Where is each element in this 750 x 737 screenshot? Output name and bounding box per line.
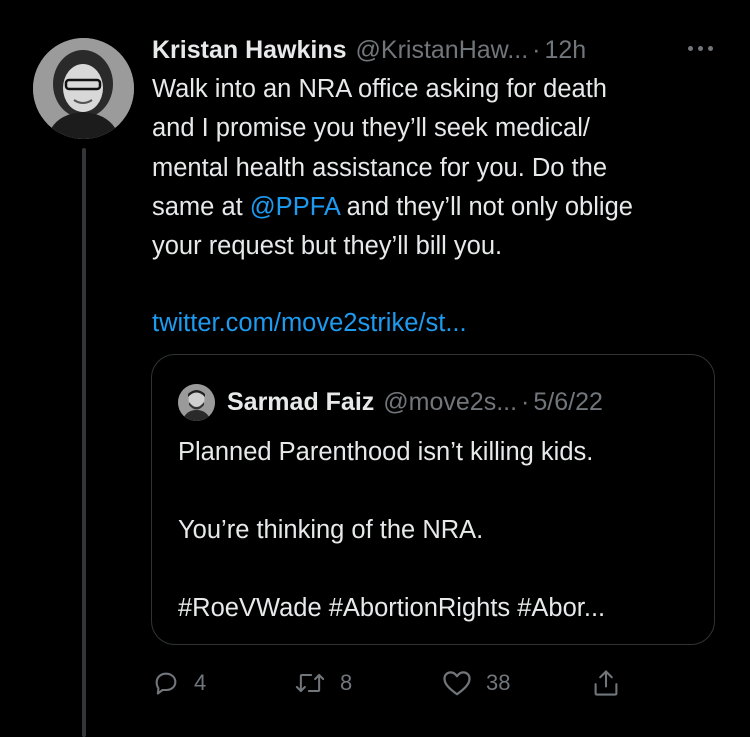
- tweet-text-line: mental health assistance for you. Do the: [152, 153, 608, 182]
- share-icon: [592, 668, 620, 698]
- more-icon[interactable]: [680, 38, 720, 58]
- quoted-text-spacer: [178, 472, 698, 511]
- quoted-tweet[interactable]: Sarmad Faiz @move2s... · 5/6/22 Planned …: [151, 354, 715, 645]
- quoted-author-avatar[interactable]: [178, 383, 215, 421]
- reply-icon: [152, 669, 180, 697]
- quoted-author-name[interactable]: Sarmad Faiz: [227, 388, 374, 417]
- author-name[interactable]: Kristan Hawkins: [152, 36, 347, 65]
- tweet-text-fragment: and they’ll not only oblige: [339, 192, 633, 221]
- thread-line: [82, 148, 86, 737]
- separator-dot: ·: [532, 35, 541, 64]
- tweet-text-line: same at @PPFA and they’ll not only oblig…: [152, 188, 722, 227]
- retweet-button[interactable]: 8: [294, 663, 352, 703]
- author-handle[interactable]: @KristanHaw...: [356, 36, 529, 65]
- tweet[interactable]: Kristan Hawkins @KristanHaw... · 12h Wal…: [0, 0, 750, 737]
- tweet-header: Kristan Hawkins @KristanHaw... · 12h: [152, 32, 586, 68]
- quoted-text-spacer: [178, 550, 698, 589]
- quoted-tweet-header: Sarmad Faiz @move2s... · 5/6/22: [178, 383, 603, 421]
- tweet-text: Walk into an NRA office asking for death…: [152, 70, 722, 266]
- tweet-text-line: and I promise you they’ll seek medical/: [152, 114, 590, 143]
- quoted-text-line: You’re thinking of the NRA.: [178, 516, 484, 544]
- reply-button[interactable]: 4: [152, 663, 206, 703]
- tweet-time[interactable]: 12h: [545, 36, 587, 65]
- reply-count: 4: [194, 670, 207, 695]
- quoted-author-handle[interactable]: @move2s...: [383, 388, 517, 417]
- like-icon: [442, 669, 472, 697]
- separator-dot: ·: [521, 387, 530, 416]
- mention-link[interactable]: @PPFA: [250, 193, 340, 221]
- tweet-text-line: your request but they’ll bill you.: [152, 232, 503, 261]
- retweet-icon: [294, 669, 326, 697]
- quoted-text-line: Planned Parenthood isn’t killing kids.: [178, 438, 594, 466]
- quoted-tweet-date[interactable]: 5/6/22: [533, 388, 603, 417]
- tweet-actions: 4 8 38: [152, 663, 632, 703]
- like-button[interactable]: 38: [442, 663, 510, 703]
- quoted-tweet-link[interactable]: twitter.com/move2strike/st...: [152, 309, 467, 337]
- quoted-tweet-text: Planned Parenthood isn’t killing kids. Y…: [178, 433, 698, 628]
- retweet-count: 8: [340, 670, 353, 695]
- tweet-link-line: twitter.com/move2strike/st...: [152, 304, 467, 343]
- quoted-text-hashtags: #RoeVWade #AbortionRights #Abor...: [178, 594, 606, 622]
- tweet-text-line: Walk into an NRA office asking for death: [152, 75, 607, 103]
- author-avatar[interactable]: [33, 38, 134, 139]
- tweet-text-fragment: same at: [152, 192, 250, 221]
- share-button[interactable]: [592, 663, 620, 703]
- like-count: 38: [486, 670, 511, 695]
